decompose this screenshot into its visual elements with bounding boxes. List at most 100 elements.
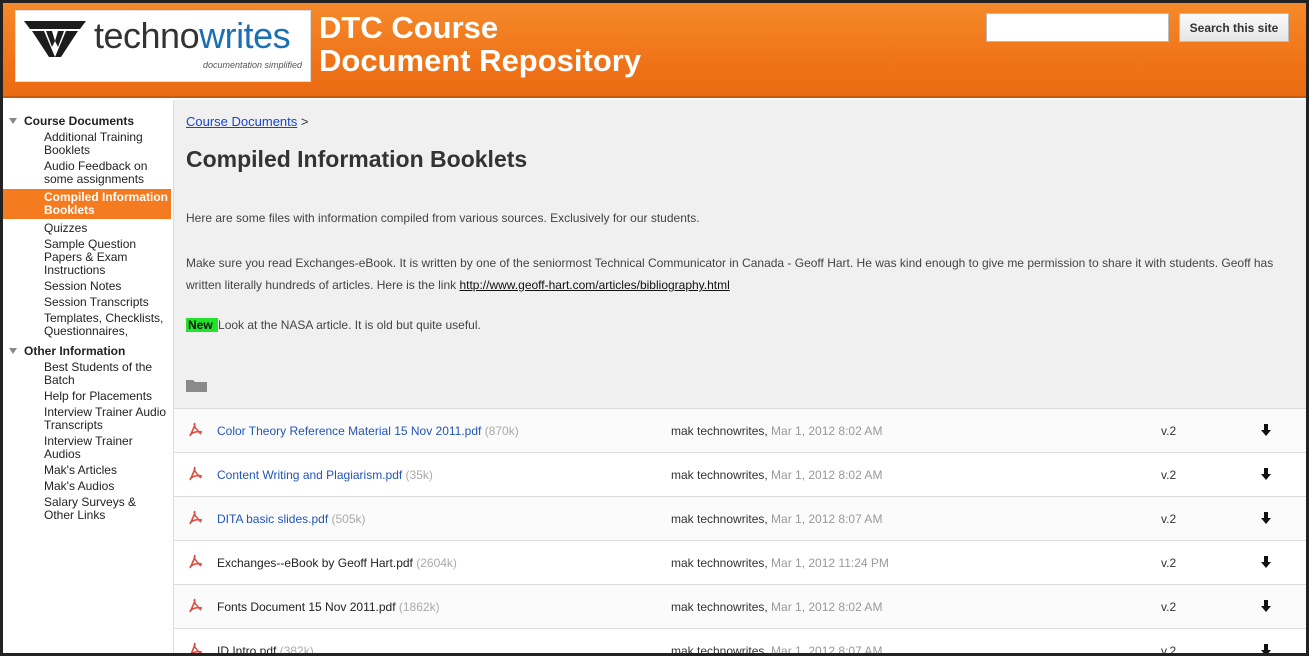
file-name-cell: DITA basic slides.pdf (505k): [217, 512, 366, 526]
main-content: Course Documents > Compiled Information …: [173, 100, 1306, 656]
exchanges-paragraph: Make sure you read Exchanges-eBook. It i…: [186, 252, 1301, 296]
page-frame: technowrites documentation simplified DT…: [0, 0, 1309, 656]
site-header: technowrites documentation simplified DT…: [3, 3, 1306, 98]
folder-icon[interactable]: [186, 379, 207, 392]
file-size: (505k): [328, 512, 366, 526]
file-date: Mar 1, 2012 8:07 AM: [767, 644, 883, 656]
file-author: mak technowrites,: [671, 600, 768, 614]
sidebar-item-maks-articles[interactable]: Mak's Articles: [3, 464, 171, 480]
file-name-cell: Color Theory Reference Material 15 Nov 2…: [217, 424, 519, 438]
file-version[interactable]: v.2: [1161, 512, 1176, 526]
file-link[interactable]: Color Theory Reference Material 15 Nov 2…: [217, 424, 481, 438]
file-author-cell: mak technowrites, Mar 1, 2012 11:24 PM: [671, 556, 889, 570]
file-size: (35k): [402, 468, 433, 482]
pdf-icon: [189, 422, 203, 437]
sidebar-item-interview-trainer-audio-transcripts[interactable]: Interview Trainer Audio Transcripts: [3, 406, 171, 435]
file-version[interactable]: v.2: [1161, 424, 1176, 438]
file-link[interactable]: DITA basic slides.pdf: [217, 512, 328, 526]
sidebar-nav: Course Documents Additional Training Boo…: [3, 100, 171, 653]
sidebar-item-salary-surveys[interactable]: Salary Surveys & Other Links: [3, 496, 171, 525]
breadcrumb-link-course-documents[interactable]: Course Documents: [186, 114, 297, 129]
file-size: (382k): [276, 644, 314, 656]
download-icon[interactable]: [1260, 643, 1272, 656]
file-name-cell: Exchanges--eBook by Geoff Hart.pdf (2604…: [217, 556, 457, 570]
file-link[interactable]: Fonts Document 15 Nov 2011.pdf: [217, 600, 396, 614]
file-version[interactable]: v.2: [1161, 468, 1176, 482]
file-version[interactable]: v.2: [1161, 556, 1176, 570]
sidebar-item-interview-trainer-audios[interactable]: Interview Trainer Audios: [3, 435, 171, 464]
file-author: mak technowrites,: [671, 644, 768, 656]
geoff-hart-bibliography-link[interactable]: http://www.geoff-hart.com/articles/bibli…: [459, 278, 729, 292]
breadcrumb-separator: >: [297, 114, 309, 129]
file-row: Exchanges--eBook by Geoff Hart.pdf (2604…: [174, 540, 1306, 584]
breadcrumb: Course Documents >: [186, 114, 309, 129]
file-author-cell: mak technowrites, Mar 1, 2012 8:07 AM: [671, 644, 883, 656]
file-author-cell: mak technowrites, Mar 1, 2012 8:02 AM: [671, 468, 882, 482]
file-row: Color Theory Reference Material 15 Nov 2…: [174, 408, 1306, 452]
search-button[interactable]: Search this site: [1179, 13, 1289, 42]
file-name-cell: Fonts Document 15 Nov 2011.pdf (1862k): [217, 600, 440, 614]
file-link[interactable]: Exchanges--eBook by Geoff Hart.pdf: [217, 556, 413, 570]
sidebar-item-additional-training-booklets[interactable]: Additional Training Booklets: [3, 131, 171, 160]
sidebar-section-label: Other Information: [24, 344, 126, 358]
file-author-cell: mak technowrites, Mar 1, 2012 8:02 AM: [671, 424, 882, 438]
sidebar-item-quizzes[interactable]: Quizzes: [3, 222, 171, 238]
sidebar-item-session-notes[interactable]: Session Notes: [3, 280, 171, 296]
sidebar-item-session-transcripts[interactable]: Session Transcripts: [3, 296, 171, 312]
sidebar-item-compiled-information-booklets[interactable]: Compiled Information Booklets: [3, 189, 171, 219]
sidebar-item-help-for-placements[interactable]: Help for Placements: [3, 390, 171, 406]
search-input[interactable]: [986, 13, 1169, 42]
sidebar-item-audio-feedback[interactable]: Audio Feedback on some assignments: [3, 160, 171, 189]
collapse-triangle-icon[interactable]: [9, 118, 17, 124]
sidebar-item-best-students[interactable]: Best Students of the Batch: [3, 361, 171, 390]
pdf-icon: [189, 466, 203, 481]
file-author-cell: mak technowrites, Mar 1, 2012 8:07 AM: [671, 512, 882, 526]
page-title: Compiled Information Booklets: [186, 146, 528, 172]
collapse-triangle-icon[interactable]: [9, 348, 17, 354]
file-name-cell: Content Writing and Plagiarism.pdf (35k): [217, 468, 433, 482]
sidebar-section-label: Course Documents: [24, 114, 135, 128]
file-author: mak technowrites,: [671, 424, 768, 438]
logo-wordmark-b: writes: [199, 15, 291, 56]
pdf-icon: [189, 598, 203, 613]
nasa-paragraph: New Look at the NASA article. It is old …: [186, 318, 481, 332]
file-version[interactable]: v.2: [1161, 644, 1176, 653]
site-logo[interactable]: technowrites documentation simplified: [15, 10, 311, 82]
file-date: Mar 1, 2012 8:02 AM: [767, 600, 883, 614]
logo-tagline: documentation simplified: [202, 60, 302, 70]
file-list: Color Theory Reference Material 15 Nov 2…: [174, 408, 1306, 656]
file-size: (870k): [481, 424, 519, 438]
download-icon[interactable]: [1260, 599, 1272, 613]
file-author: mak technowrites,: [671, 512, 768, 526]
file-link[interactable]: ID Intro.pdf: [217, 644, 276, 653]
file-name-cell: ID Intro.pdf (382k): [217, 644, 314, 656]
site-title-line1: DTC Course: [319, 10, 499, 45]
download-icon[interactable]: [1260, 511, 1272, 525]
file-author-cell: mak technowrites, Mar 1, 2012 8:02 AM: [671, 600, 882, 614]
sidebar-item-maks-audios[interactable]: Mak's Audios: [3, 480, 171, 496]
file-date: Mar 1, 2012 8:07 AM: [767, 512, 883, 526]
file-date: Mar 1, 2012 11:24 PM: [767, 556, 889, 570]
technowrites-logo-icon: [24, 21, 86, 57]
file-date: Mar 1, 2012 8:02 AM: [767, 468, 883, 482]
sidebar-section-other-information[interactable]: Other Information: [3, 341, 171, 361]
file-link[interactable]: Content Writing and Plagiarism.pdf: [217, 468, 402, 482]
new-badge: New: [186, 318, 219, 332]
file-size: (2604k): [412, 556, 457, 570]
download-icon[interactable]: [1260, 423, 1272, 437]
file-row: Content Writing and Plagiarism.pdf (35k)…: [174, 452, 1306, 496]
download-icon[interactable]: [1260, 555, 1272, 569]
pdf-icon: [189, 510, 203, 525]
sidebar-item-templates[interactable]: Templates, Checklists, Questionnaires,: [3, 312, 171, 341]
file-version[interactable]: v.2: [1161, 600, 1176, 614]
intro-paragraph: Here are some files with information com…: [186, 211, 700, 225]
pdf-icon: [189, 554, 203, 569]
file-size: (1862k): [395, 600, 440, 614]
download-icon[interactable]: [1260, 467, 1272, 481]
sidebar-section-course-documents[interactable]: Course Documents: [3, 100, 171, 131]
file-author: mak technowrites,: [671, 468, 768, 482]
sidebar-item-sample-question-papers[interactable]: Sample Question Papers & Exam Instructio…: [3, 238, 171, 280]
file-date: Mar 1, 2012 8:02 AM: [767, 424, 883, 438]
file-author: mak technowrites,: [671, 556, 768, 570]
site-title[interactable]: DTC Course Document Repository: [319, 11, 641, 77]
